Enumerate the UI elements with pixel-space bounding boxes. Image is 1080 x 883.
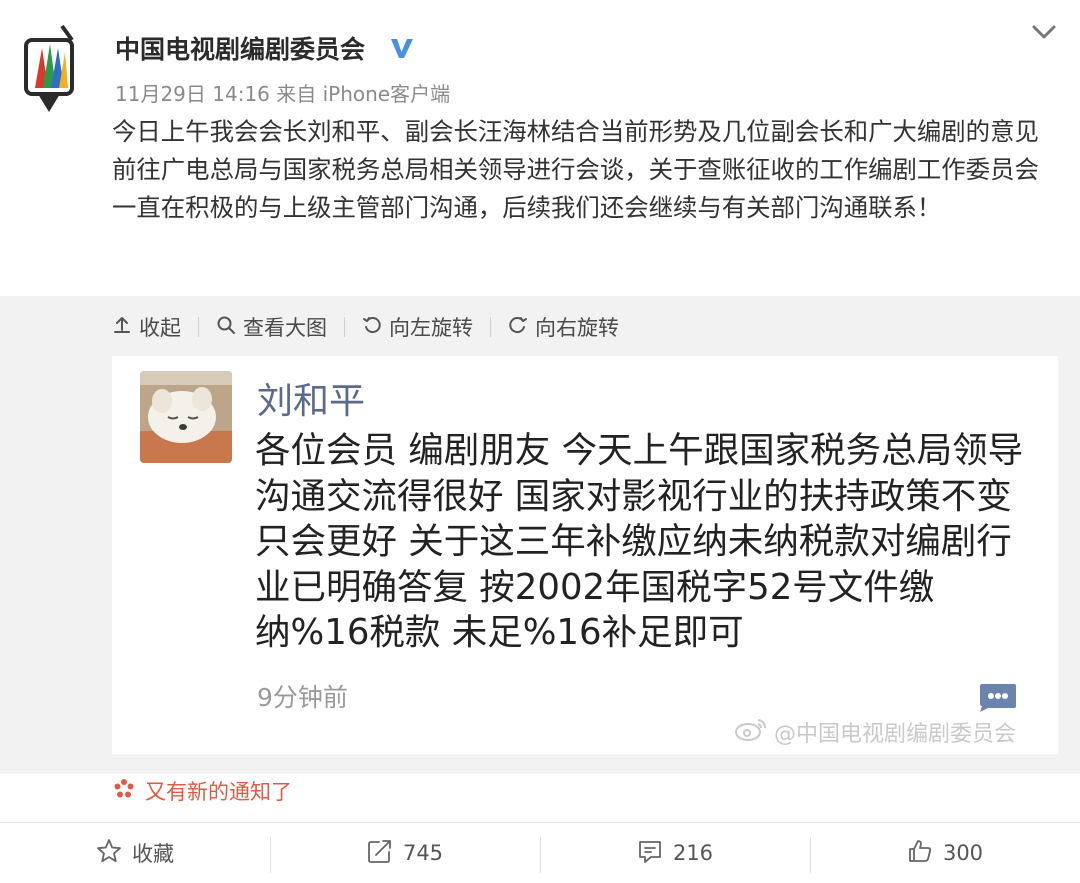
- like-button[interactable]: 300: [810, 823, 1080, 883]
- watermark: @中国电视剧编剧委员会: [734, 716, 1016, 748]
- view-large-button[interactable]: 查看大图: [216, 312, 327, 342]
- rotate-right-icon: [508, 315, 528, 340]
- collapse-label: 收起: [139, 316, 181, 340]
- toolbar-divider: [198, 317, 199, 337]
- collapse-up-icon: [112, 315, 132, 340]
- thumbs-up-icon: [907, 838, 933, 869]
- weibo-logo-icon: [734, 716, 768, 748]
- favorite-label: 收藏: [132, 842, 174, 866]
- rotate-left-icon: [362, 315, 382, 340]
- view-large-label: 查看大图: [243, 316, 327, 340]
- post-text: 今日上午我会会长刘和平、副会长汪海林结合当前形势及几位副会长和广大编剧的意见前往…: [112, 117, 1039, 222]
- notification-text: 又有新的通知了: [145, 780, 292, 804]
- search-icon: [216, 315, 236, 340]
- action-bar: 收藏 745 216 300: [0, 823, 1080, 883]
- comment-bubble-icon: [976, 682, 1018, 712]
- new-notification[interactable]: 又有新的通知了: [113, 776, 292, 806]
- rotate-left-button[interactable]: 向左旋转: [362, 312, 473, 342]
- notice-flower-icon: [113, 778, 135, 805]
- toolbar-divider: [490, 317, 491, 337]
- comment-count: 216: [672, 841, 714, 865]
- post-meta: 11月29日 14:16 来自 iPhone客户端: [115, 82, 451, 106]
- repost-icon: [367, 838, 393, 869]
- account-avatar[interactable]: [18, 22, 80, 114]
- rotate-right-label: 向右旋转: [535, 316, 619, 340]
- rotate-right-button[interactable]: 向右旋转: [508, 312, 619, 342]
- repost-count: 745: [402, 841, 444, 865]
- dog-avatar: [140, 371, 232, 463]
- collapse-button[interactable]: 收起: [112, 312, 181, 342]
- verified-v-icon: [388, 34, 416, 62]
- star-icon: [96, 838, 122, 869]
- embedded-screenshot[interactable]: 刘和平 各位会员 编剧朋友 今天上午跟国家税务总局领导沟通交流得很好 国家对影视…: [112, 356, 1058, 754]
- watermark-text: @中国电视剧编剧委员会: [774, 722, 1017, 747]
- account-name[interactable]: 中国电视剧编剧委员会: [115, 30, 365, 66]
- repost-button[interactable]: 745: [270, 823, 540, 883]
- sender-name: 刘和平: [257, 381, 366, 422]
- chevron-down-icon[interactable]: [1028, 20, 1060, 44]
- like-count: 300: [942, 841, 984, 865]
- chat-message: 各位会员 编剧朋友 今天上午跟国家税务总局领导沟通交流得很好 国家对影视行业的扶…: [255, 430, 1024, 654]
- rotate-left-label: 向左旋转: [389, 316, 473, 340]
- toolbar-divider: [344, 317, 345, 337]
- message-time: 9分钟前: [257, 683, 348, 712]
- favorite-button[interactable]: 收藏: [0, 823, 270, 883]
- comment-button[interactable]: 216: [540, 823, 810, 883]
- image-toolbar: 收起 查看大图 向左旋转 向右旋转: [112, 312, 619, 342]
- comment-icon: [637, 838, 663, 869]
